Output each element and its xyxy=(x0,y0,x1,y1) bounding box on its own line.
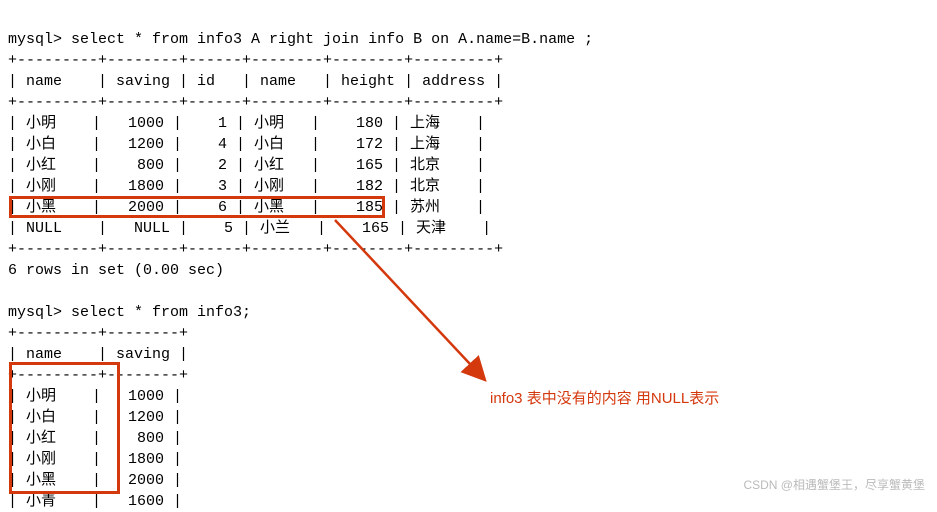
q2-row: | 小黑 | 2000 | xyxy=(8,472,182,489)
sql-query-1: select * from info3 A right join info B … xyxy=(71,31,593,48)
q1-row-null: | NULL | NULL | 5 | 小兰 | 165 | 天津 | xyxy=(8,220,491,237)
terminal-output: mysql> select * from info3 A right join … xyxy=(8,8,929,512)
sql-query-2: select * from info3; xyxy=(71,304,251,321)
q1-header: | name | saving | id | name | height | a… xyxy=(8,73,503,90)
q2-sep-top: +---------+--------+ xyxy=(8,325,188,342)
q1-row: | 小白 | 1200 | 4 | 小白 | 172 | 上海 | xyxy=(8,136,485,153)
watermark-text: CSDN @相遇蟹堡王，尽享蟹黄堡 xyxy=(743,477,925,494)
q1-sep-bot: +---------+--------+------+--------+----… xyxy=(8,241,503,258)
q2-row: | 小红 | 800 | xyxy=(8,430,182,447)
q2-row: | 小白 | 1200 | xyxy=(8,409,182,426)
q2-sep-mid: +---------+--------+ xyxy=(8,367,188,384)
q1-sep-top: +---------+--------+------+--------+----… xyxy=(8,52,503,69)
q2-row: | 小青 | 1600 | xyxy=(8,493,182,510)
q2-row: | 小明 | 1000 | xyxy=(8,388,182,405)
q2-row: | 小刚 | 1800 | xyxy=(8,451,182,468)
q1-row: | 小明 | 1000 | 1 | 小明 | 180 | 上海 | xyxy=(8,115,485,132)
q1-sep-mid: +---------+--------+------+--------+----… xyxy=(8,94,503,111)
mysql-prompt-2: mysql> xyxy=(8,304,71,321)
q1-row: | 小黑 | 2000 | 6 | 小黑 | 185 | 苏州 | xyxy=(8,199,485,216)
annotation-text: info3 表中没有的内容 用NULL表示 xyxy=(490,388,719,409)
q1-row: | 小刚 | 1800 | 3 | 小刚 | 182 | 北京 | xyxy=(8,178,485,195)
q1-row: | 小红 | 800 | 2 | 小红 | 165 | 北京 | xyxy=(8,157,485,174)
q1-status: 6 rows in set (0.00 sec) xyxy=(8,262,224,279)
mysql-prompt-1: mysql> xyxy=(8,31,71,48)
q2-header: | name | saving | xyxy=(8,346,188,363)
